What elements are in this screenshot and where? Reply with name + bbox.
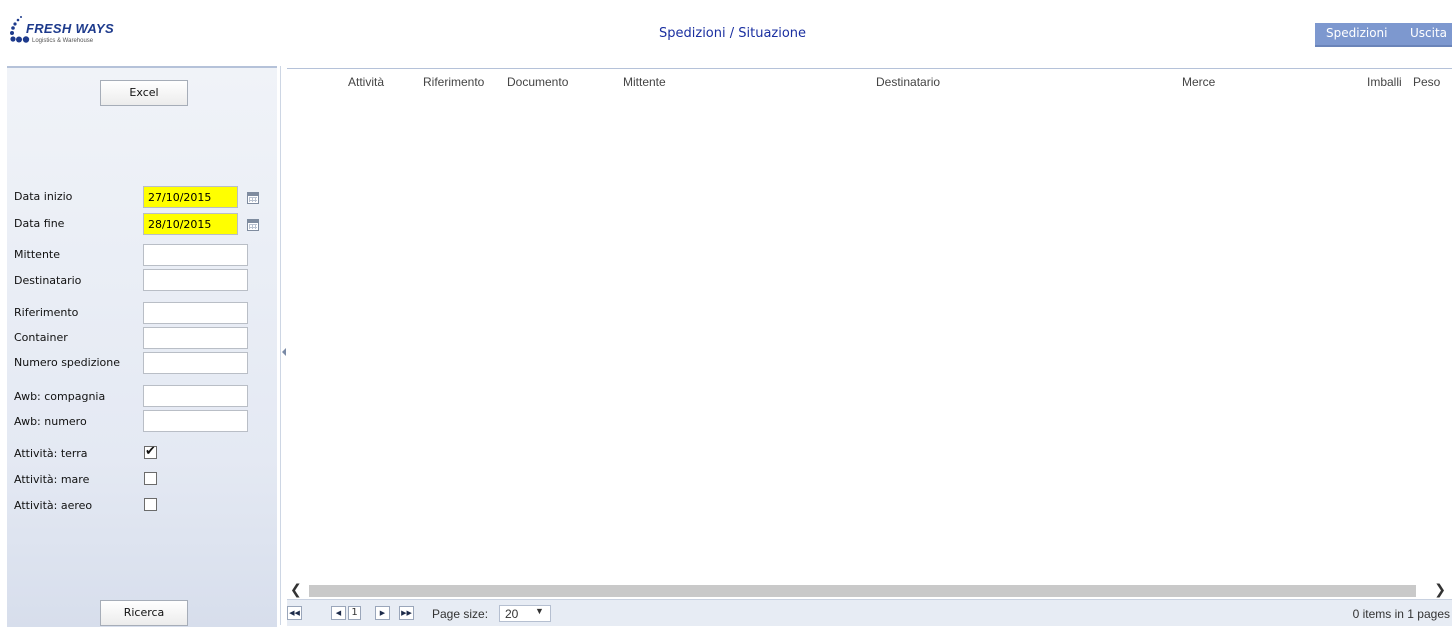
calendar-icon[interactable] [247,192,259,204]
app-header: FRESH WAYS Logistics & Warehouse Spedizi… [0,0,1452,66]
mittente-field[interactable] [143,244,248,266]
data-inizio-field[interactable] [143,186,238,208]
attivita-terra-label: Attività: terra [14,447,88,460]
riferimento-field[interactable] [143,302,248,324]
column-header-riferimento[interactable]: Riferimento [423,75,484,89]
horizontal-scrollbar[interactable]: ❮ ❯ [287,582,1452,599]
attivita-aereo-checkbox[interactable] [144,498,157,511]
collapse-arrow-icon[interactable] [282,348,286,356]
scroll-right-icon[interactable]: ❯ [1434,582,1446,598]
attivita-terra-checkbox[interactable]: ✔ [144,445,157,459]
awb-numero-field[interactable] [143,410,248,432]
grid-pager: ◀◀ ◀ 1 ▶ ▶▶ Page size: 20 ▼ 0 items in 1… [287,599,1452,626]
nav-uscita-link[interactable]: Uscita [1410,26,1447,40]
page-size-select[interactable]: 20 ▼ [499,605,551,622]
grid-header: Attività Riferimento Documento Mittente … [287,68,1452,96]
attivita-aereo-label: Attività: aereo [14,499,93,512]
chevron-down-icon: ▼ [535,606,544,616]
scrollbar-thumb[interactable] [309,585,1416,597]
column-header-merce[interactable]: Merce [1182,75,1215,89]
container-label: Container [14,331,68,344]
data-fine-field[interactable] [143,213,238,235]
page-title: Spedizioni / Situazione [659,26,807,41]
logo-title: FRESH WAYS [26,21,114,36]
scroll-left-icon[interactable]: ❮ [290,582,302,598]
grid-body [287,95,1452,582]
destinatario-field[interactable] [143,269,248,291]
next-page-icon[interactable]: ▶ [375,606,390,620]
pager-info: 0 items in 1 pages [1352,607,1450,621]
current-page-number[interactable]: 1 [348,606,361,620]
calendar-icon[interactable] [247,219,259,231]
destinatario-label: Destinatario [14,274,82,287]
page-size-value: 20 [505,607,519,621]
awb-compagnia-label: Awb: compagnia [14,390,106,403]
attivita-mare-label: Attività: mare [14,473,90,486]
mittente-label: Mittente [14,248,60,261]
nav-spedizioni-link[interactable]: Spedizioni [1326,26,1387,40]
awb-compagnia-field[interactable] [143,385,248,407]
top-nav: Spedizioni Uscita [1315,23,1452,47]
results-grid: Attività Riferimento Documento Mittente … [287,66,1452,626]
prev-page-icon[interactable]: ◀ [331,606,346,620]
last-page-icon[interactable]: ▶▶ [399,606,414,620]
riferimento-label: Riferimento [14,306,79,319]
search-button[interactable]: Ricerca [100,600,188,626]
numero-spedizione-field[interactable] [143,352,248,374]
column-header-destinatario[interactable]: Destinatario [876,75,940,89]
page-size-label: Page size: [432,607,489,621]
column-header-mittente[interactable]: Mittente [623,75,666,89]
logo-subtitle: Logistics & Warehouse [32,38,94,44]
data-fine-label: Data fine [14,217,65,230]
panel-splitter[interactable] [280,66,287,625]
numero-spedizione-label: Numero spedizione [14,356,121,369]
column-header-peso[interactable]: Peso [1413,75,1440,89]
first-page-icon[interactable]: ◀◀ [287,606,302,620]
filter-panel: Excel Data inizio Data fine Mittente Des… [7,66,277,627]
awb-numero-label: Awb: numero [14,415,87,428]
column-header-attivita[interactable]: Attività [348,75,384,89]
column-header-imballi[interactable]: Imballi [1367,75,1402,89]
column-header-documento[interactable]: Documento [507,75,568,89]
data-inizio-label: Data inizio [14,190,73,203]
company-logo: FRESH WAYS Logistics & Warehouse [8,15,148,57]
attivita-mare-checkbox[interactable] [144,472,157,485]
container-field[interactable] [143,327,248,349]
excel-button[interactable]: Excel [100,80,188,106]
